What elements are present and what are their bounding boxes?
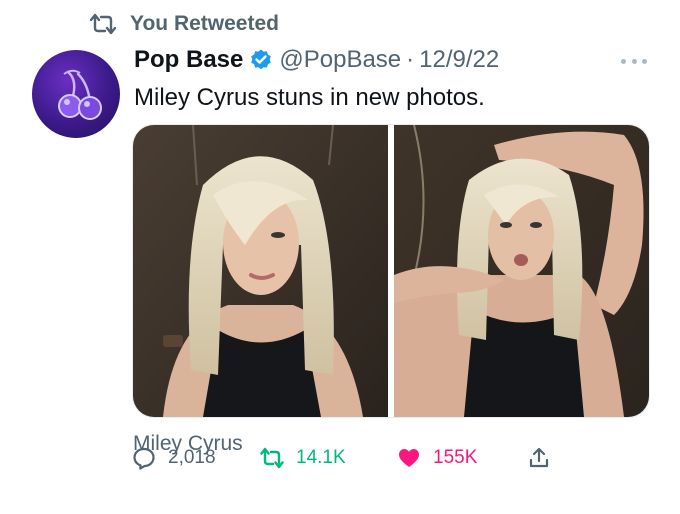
reply-icon <box>133 447 155 470</box>
more-icon[interactable] <box>621 56 647 66</box>
media-grid <box>132 124 650 418</box>
retweet-icon <box>260 447 284 469</box>
like-button[interactable]: 155K <box>397 446 477 470</box>
action-bar: 2,018 14.1K 155K <box>132 446 562 476</box>
retweet-button[interactable]: 14.1K <box>260 446 346 470</box>
retweet-icon <box>90 13 116 35</box>
tweet-text: Miley Cyrus stuns in new photos. <box>134 84 485 111</box>
avatar[interactable] <box>32 50 120 138</box>
reply-button[interactable]: 2,018 <box>132 446 216 470</box>
photo-1[interactable] <box>133 125 388 417</box>
verified-badge-icon <box>251 49 272 70</box>
author-name[interactable]: Pop Base <box>134 46 243 74</box>
tweet-header: Pop Base @PopBase · 12/9/22 <box>134 46 499 74</box>
share-button[interactable] <box>527 446 551 470</box>
photo-2[interactable] <box>394 125 649 417</box>
like-icon <box>399 449 419 467</box>
retweet-context: You Retweeted <box>90 12 279 36</box>
retweet-count: 14.1K <box>296 447 346 468</box>
like-count: 155K <box>433 447 478 468</box>
retweet-context-label: You Retweeted <box>130 12 279 35</box>
author-handle[interactable]: @PopBase <box>279 46 401 74</box>
header-separator: · <box>406 46 415 73</box>
tweet-date[interactable]: 12/9/22 <box>419 46 499 74</box>
cherry-logo-icon <box>58 69 102 120</box>
share-icon <box>529 447 549 468</box>
reply-count: 2,018 <box>168 447 216 468</box>
